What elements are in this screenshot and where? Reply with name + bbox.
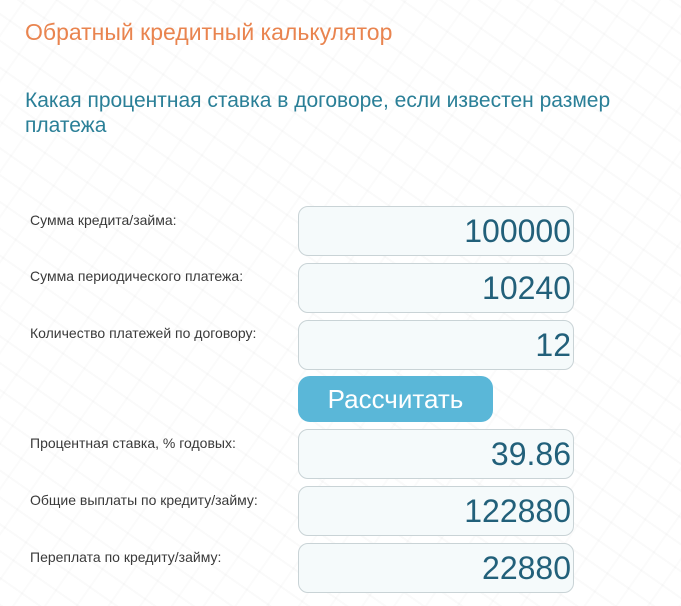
payment-count-input[interactable] [298,320,574,370]
interest-rate-label: Процентная ставка, % годовых: [30,435,236,451]
periodic-payment-input[interactable] [298,263,574,313]
calculate-button[interactable]: Рассчитать [298,376,493,422]
overpayment-output[interactable] [298,543,574,593]
interest-rate-output[interactable] [298,429,574,479]
total-payments-output[interactable] [298,486,574,536]
loan-amount-label: Сумма кредита/займа: [30,212,177,228]
page-title: Обратный кредитный калькулятор [25,19,393,45]
loan-amount-input[interactable] [298,206,574,256]
periodic-payment-label: Сумма периодического платежа: [30,268,244,284]
page-subtitle: Какая процентная ставка в договоре, если… [25,89,611,137]
total-payments-label: Общие выплаты по кредиту/займу: [30,492,258,508]
payment-count-label: Количество платежей по договору: [30,325,257,341]
overpayment-label: Переплата по кредиту/займу: [30,549,222,565]
